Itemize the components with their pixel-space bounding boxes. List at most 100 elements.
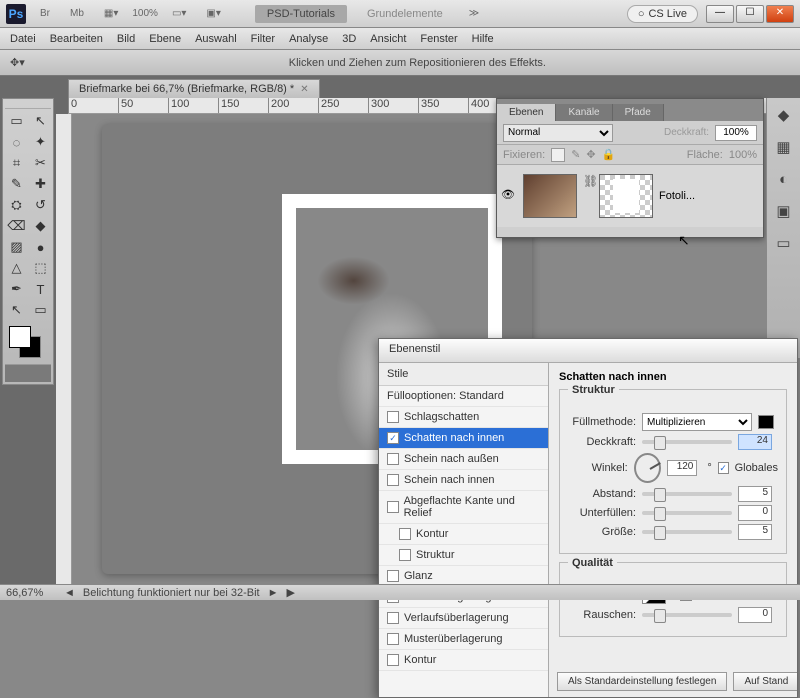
style-checkbox[interactable] xyxy=(387,633,399,645)
visibility-icon[interactable]: 👁 xyxy=(501,188,517,204)
mask-thumbnail[interactable] xyxy=(599,174,653,218)
fillmethod-select[interactable]: Multiplizieren xyxy=(642,413,752,431)
style-item-9[interactable]: Verlaufsüberlagerung xyxy=(379,608,548,629)
status-next-icon[interactable]: ► xyxy=(268,587,279,599)
tool-stamp[interactable]: ↺ xyxy=(29,195,52,215)
style-item-5[interactable]: Kontur xyxy=(379,524,548,545)
tab-ebenen[interactable]: Ebenen xyxy=(497,104,556,121)
shadow-color-swatch[interactable] xyxy=(758,415,774,429)
mask-link-icon[interactable]: ⛓ xyxy=(583,174,593,218)
tab-pfade[interactable]: Pfade xyxy=(613,104,664,121)
minibridge-button[interactable]: Mb xyxy=(64,6,90,21)
style-item-10[interactable]: Musterüberlagerung xyxy=(379,629,548,650)
view-grid-icon[interactable]: ▦▾ xyxy=(98,6,124,21)
tool-blur[interactable]: ▨ xyxy=(5,237,28,257)
tool-eyedropper[interactable]: ✎ xyxy=(5,174,28,194)
menu-filter[interactable]: Filter xyxy=(251,33,275,45)
close-tab-icon[interactable]: ✕ xyxy=(300,84,308,95)
bridge-button[interactable]: Br xyxy=(34,6,56,21)
toolbox-grip[interactable] xyxy=(5,101,51,109)
blend-mode-select[interactable]: Normal xyxy=(503,124,613,142)
quickmask-toggle[interactable] xyxy=(5,364,51,382)
tool-move[interactable]: ↖ xyxy=(29,111,52,131)
angle-dial[interactable] xyxy=(634,453,661,483)
lock-transparency-icon[interactable] xyxy=(551,148,565,162)
reset-default-button[interactable]: Auf Stand xyxy=(733,672,797,691)
choke-input[interactable]: 0 xyxy=(738,505,772,521)
lock-all-icon[interactable]: 🔒 xyxy=(602,148,616,161)
style-checkbox[interactable] xyxy=(387,474,399,486)
foreground-color[interactable] xyxy=(9,326,31,348)
fill-value[interactable]: 100% xyxy=(729,149,757,161)
tool-hand[interactable]: ↖ xyxy=(5,300,28,320)
ruler-vertical[interactable] xyxy=(56,114,72,584)
workspace-tab-grundelemente[interactable]: Grundelemente xyxy=(355,5,455,23)
tool-slice[interactable]: ✂ xyxy=(29,153,52,173)
noise-input[interactable]: 0 xyxy=(738,607,772,623)
style-checkbox[interactable] xyxy=(399,549,411,561)
menu-auswahl[interactable]: Auswahl xyxy=(195,33,237,45)
style-item-0[interactable]: Schlagschatten xyxy=(379,407,548,428)
tool-type[interactable]: ⬚ xyxy=(29,258,52,278)
tool-crop[interactable]: ⌗ xyxy=(5,153,28,173)
layer-thumbnail[interactable] xyxy=(523,174,577,218)
choke-slider[interactable] xyxy=(642,511,732,515)
tool-brush[interactable]: ⛭ xyxy=(5,195,28,215)
menu-fenster[interactable]: Fenster xyxy=(420,33,457,45)
styles-panel-icon[interactable]: ▦ xyxy=(773,136,795,158)
tool-zoom[interactable]: ▭ xyxy=(29,300,52,320)
layer-name[interactable]: Fotoli... xyxy=(659,190,695,202)
status-prev-icon[interactable]: ◄ xyxy=(64,587,75,599)
maximize-button[interactable]: ☐ xyxy=(736,5,764,23)
make-default-button[interactable]: Als Standardeinstellung festlegen xyxy=(557,672,727,691)
opacity-slider[interactable] xyxy=(642,440,732,444)
tool-wand[interactable]: ✦ xyxy=(29,132,52,152)
adjustments-panel-icon[interactable]: ◐ xyxy=(773,168,795,190)
fill-options-item[interactable]: Füllooptionen: Standard xyxy=(379,386,548,407)
style-checkbox[interactable] xyxy=(387,453,399,465)
opacity-value[interactable]: 100% xyxy=(715,125,757,141)
tool-dodge[interactable]: ● xyxy=(29,237,52,257)
tool-path[interactable]: ✒ xyxy=(5,279,28,299)
tool-eraser[interactable]: ⌫ xyxy=(5,216,28,236)
opacity-input[interactable]: 24 xyxy=(738,434,772,450)
global-light-checkbox[interactable]: ✓ xyxy=(718,462,729,474)
lock-brush-icon[interactable]: ✎ xyxy=(571,148,580,161)
zoom-field[interactable]: 66,67% xyxy=(6,587,56,599)
style-checkbox[interactable]: ✓ xyxy=(387,432,399,444)
lock-move-icon[interactable]: ✥ xyxy=(586,148,595,161)
style-item-4[interactable]: Abgeflachte Kante und Relief xyxy=(379,491,548,524)
document-tab[interactable]: Briefmarke bei 66,7% (Briefmarke, RGB/8)… xyxy=(68,79,320,98)
minimize-button[interactable]: — xyxy=(706,5,734,23)
size-slider[interactable] xyxy=(642,530,732,534)
menu-3d[interactable]: 3D xyxy=(342,33,356,45)
style-checkbox[interactable] xyxy=(387,612,399,624)
style-checkbox[interactable] xyxy=(387,501,399,513)
history-panel-icon[interactable]: ▭ xyxy=(773,232,795,254)
screen-mode-icon[interactable]: ▣▾ xyxy=(200,6,226,21)
dialog-title[interactable]: Ebenenstil xyxy=(379,339,797,363)
style-item-3[interactable]: Schein nach innen xyxy=(379,470,548,491)
style-checkbox[interactable] xyxy=(387,411,399,423)
cslive-button[interactable]: CS Live xyxy=(627,5,698,23)
style-item-11[interactable]: Kontur xyxy=(379,650,548,671)
noise-slider[interactable] xyxy=(642,613,732,617)
menu-ansicht[interactable]: Ansicht xyxy=(370,33,406,45)
style-item-6[interactable]: Struktur xyxy=(379,545,548,566)
layer-row[interactable]: 👁 ⛓ Fotoli... xyxy=(497,165,763,227)
workspace-tab-psd-tutorials[interactable]: PSD-Tutorials xyxy=(255,5,347,23)
style-checkbox[interactable] xyxy=(399,528,411,540)
distance-slider[interactable] xyxy=(642,492,732,496)
menu-bearbeiten[interactable]: Bearbeiten xyxy=(50,33,103,45)
style-item-1[interactable]: ✓Schatten nach innen xyxy=(379,428,548,449)
swatches-panel-icon[interactable]: ◆ xyxy=(773,104,795,126)
masks-panel-icon[interactable]: ▣ xyxy=(773,200,795,222)
size-input[interactable]: 5 xyxy=(738,524,772,540)
arrange-icon[interactable]: ▭▾ xyxy=(166,6,192,21)
zoom-display[interactable]: 100% xyxy=(132,8,158,19)
tab-kanaele[interactable]: Kanäle xyxy=(556,104,612,121)
distance-input[interactable]: 5 xyxy=(738,486,772,502)
tool-heal[interactable]: ✚ xyxy=(29,174,52,194)
tool-shape[interactable]: T xyxy=(29,279,52,299)
move-tool-icon[interactable]: ✥▾ xyxy=(10,56,25,69)
